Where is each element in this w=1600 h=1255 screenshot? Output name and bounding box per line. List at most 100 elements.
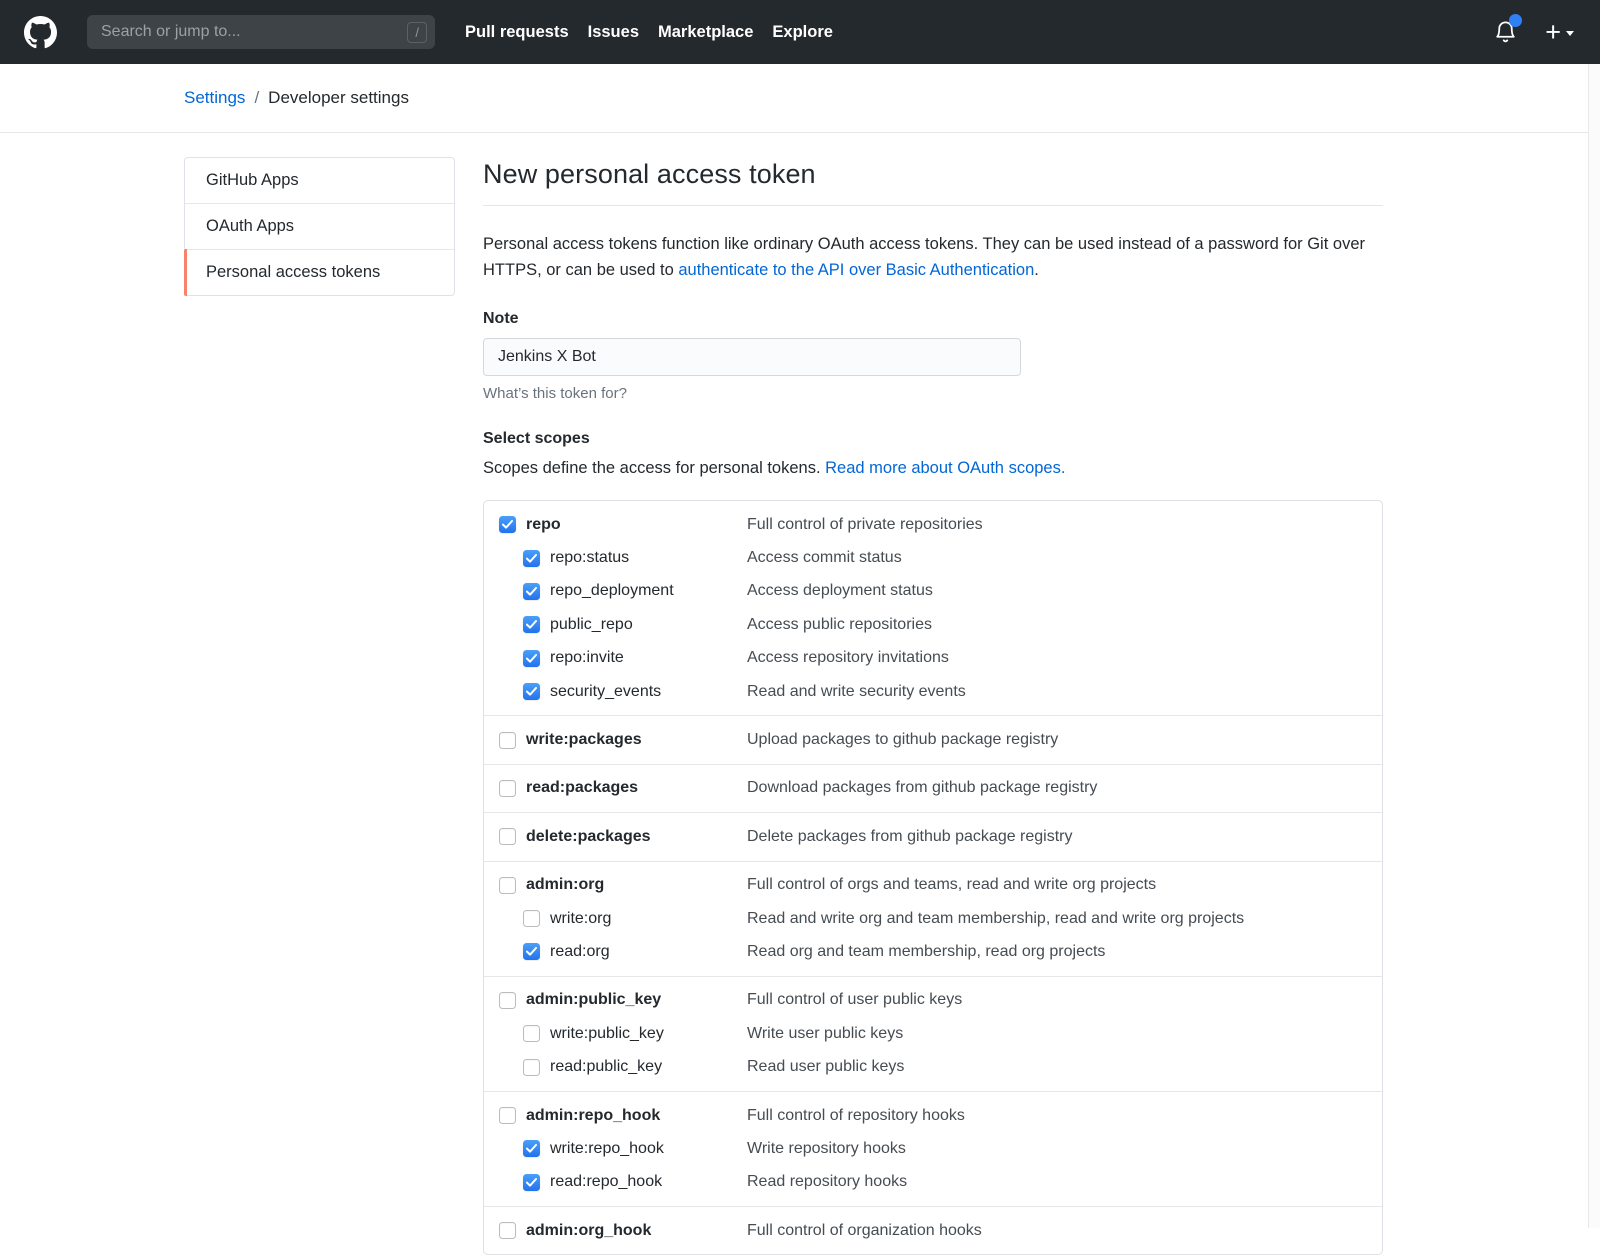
checkbox-write-org[interactable] (523, 910, 540, 927)
sidebar-item-personal-access-tokens[interactable]: Personal access tokens (185, 250, 454, 295)
scope-label-cell: repo (499, 516, 747, 534)
scope-row-write-repo-hook: write:repo_hookWrite repository hooks (484, 1132, 1382, 1165)
checkbox-write-repo-hook[interactable] (523, 1140, 540, 1157)
scope-name: write:public_key (550, 1025, 664, 1043)
basic-auth-link[interactable]: authenticate to the API over Basic Authe… (678, 261, 1034, 279)
scope-label-cell: repo_deployment (499, 582, 747, 600)
checkbox-public-repo[interactable] (523, 616, 540, 633)
checkmark-icon (502, 520, 513, 529)
scope-row-repo-status: repo:status Access commit status (484, 541, 1382, 574)
top-header: / Pull requestsIssuesMarketplaceExplore … (0, 0, 1600, 64)
scope-row-write-packages: write:packagesUpload packages to github … (484, 723, 1382, 756)
scope-label-cell: write:public_key (499, 1025, 747, 1043)
checkmark-icon (526, 654, 537, 663)
scope-row-write-org: write:org Read and write org and team mem… (484, 902, 1382, 935)
scope-name: security_events (550, 683, 661, 701)
content: GitHub AppsOAuth AppsPersonal access tok… (0, 133, 1600, 1255)
note-help-text: What’s this token for? (483, 385, 1383, 402)
scope-description: Read and write org and team membership, … (747, 910, 1244, 928)
search-input[interactable] (99, 22, 407, 42)
breadcrumb-current: Developer settings (268, 88, 409, 108)
checkbox-read-repo-hook[interactable] (523, 1174, 540, 1191)
scope-description: Download packages from github package re… (747, 779, 1097, 797)
plus-icon: + (1545, 19, 1561, 46)
nav-explore[interactable]: Explore (772, 23, 833, 42)
scope-name: admin:org_hook (526, 1222, 651, 1240)
scope-name: admin:repo_hook (526, 1107, 660, 1125)
scope-description: Full control of private repositories (747, 516, 983, 534)
scope-label-cell: admin:repo_hook (499, 1107, 747, 1125)
checkbox-read-packages[interactable] (499, 780, 516, 797)
checkbox-read-public-key[interactable] (523, 1059, 540, 1076)
checkmark-icon (526, 554, 537, 563)
sidebar-item-oauth-apps[interactable]: OAuth Apps (185, 204, 454, 250)
scope-name: repo:invite (550, 649, 624, 667)
scope-row-read-public-key: read:public_keyRead user public keys (484, 1050, 1382, 1083)
checkbox-admin-org-hook[interactable] (499, 1222, 516, 1239)
scope-row-repo-invite: repo:inviteAccess repository invitations (484, 642, 1382, 675)
checkmark-icon (526, 687, 537, 696)
select-scopes-label: Select scopes (483, 430, 1383, 448)
scope-label-cell: repo:invite (499, 649, 747, 667)
checkbox-security-events[interactable] (523, 683, 540, 700)
scope-label-cell: delete:packages (499, 828, 747, 846)
checkbox-repo-deployment[interactable] (523, 583, 540, 600)
scope-description: Access commit status (747, 549, 902, 567)
create-new-dropdown[interactable]: + (1545, 19, 1574, 46)
nav-pull-requests[interactable]: Pull requests (465, 23, 569, 42)
checkbox-admin-public-key[interactable] (499, 992, 516, 1009)
scope-row-security-events: security_events Read and write security e… (484, 675, 1382, 708)
github-logo-icon[interactable] (24, 16, 57, 49)
checkbox-admin-org[interactable] (499, 877, 516, 894)
scope-row-repo: repoFull control of private repositories (484, 508, 1382, 541)
checkbox-write-packages[interactable] (499, 732, 516, 749)
scope-row-read-packages: read:packagesDownload packages from gith… (484, 772, 1382, 805)
checkbox-write-public-key[interactable] (523, 1025, 540, 1042)
scope-row-delete-packages: delete:packagesDelete packages from gith… (484, 820, 1382, 853)
scope-description: Read and write security events (747, 683, 966, 701)
note-input[interactable] (483, 338, 1021, 376)
checkbox-admin-repo-hook[interactable] (499, 1107, 516, 1124)
scope-name: read:org (550, 943, 610, 961)
scope-name: read:repo_hook (550, 1173, 662, 1191)
scope-description: Access public repositories (747, 616, 932, 634)
notifications-bell-icon[interactable] (1493, 19, 1519, 45)
main-column: New personal access token Personal acces… (483, 157, 1383, 1255)
scope-name: admin:public_key (526, 991, 661, 1009)
checkmark-icon (526, 1144, 537, 1153)
checkmark-icon (526, 620, 537, 629)
scope-group: repoFull control of private repositories… (484, 501, 1382, 715)
checkbox-repo-status[interactable] (523, 550, 540, 567)
scope-group: admin:org_hookFull control of organizati… (484, 1206, 1382, 1254)
checkbox-read-org[interactable] (523, 943, 540, 960)
breadcrumb-settings-link[interactable]: Settings (184, 88, 245, 108)
caret-down-icon (1566, 31, 1574, 36)
vertical-scrollbar[interactable] (1588, 64, 1600, 1228)
checkbox-repo-invite[interactable] (523, 650, 540, 667)
scope-row-admin-org: admin:orgFull control of orgs and teams,… (484, 869, 1382, 902)
scope-description: Write user public keys (747, 1025, 903, 1043)
scope-label-cell: admin:org (499, 876, 747, 894)
sidebar-item-github-apps[interactable]: GitHub Apps (185, 158, 454, 204)
checkbox-delete-packages[interactable] (499, 828, 516, 845)
scope-group: delete:packagesDelete packages from gith… (484, 812, 1382, 860)
nav-issues[interactable]: Issues (588, 23, 639, 42)
note-label: Note (483, 310, 1383, 328)
oauth-scopes-link[interactable]: Read more about OAuth scopes. (825, 459, 1065, 477)
scope-description: Read user public keys (747, 1058, 904, 1076)
scope-row-admin-repo-hook: admin:repo_hookFull control of repositor… (484, 1099, 1382, 1132)
intro-text-after: . (1034, 261, 1039, 279)
scope-group: write:packagesUpload packages to github … (484, 715, 1382, 763)
scope-label-cell: write:repo_hook (499, 1140, 747, 1158)
scope-name: write:org (550, 910, 611, 928)
scope-row-public-repo: public_repoAccess public repositories (484, 608, 1382, 641)
scope-row-admin-org-hook: admin:org_hookFull control of organizati… (484, 1214, 1382, 1247)
intro-paragraph: Personal access tokens function like ord… (483, 231, 1383, 283)
nav-marketplace[interactable]: Marketplace (658, 23, 753, 42)
scope-label-cell: admin:org_hook (499, 1222, 747, 1240)
scope-group: admin:orgFull control of orgs and teams,… (484, 861, 1382, 976)
checkbox-repo[interactable] (499, 516, 516, 533)
checkmark-icon (526, 947, 537, 956)
scopes-box: repoFull control of private repositories… (483, 500, 1383, 1255)
scope-name: repo:status (550, 549, 629, 567)
